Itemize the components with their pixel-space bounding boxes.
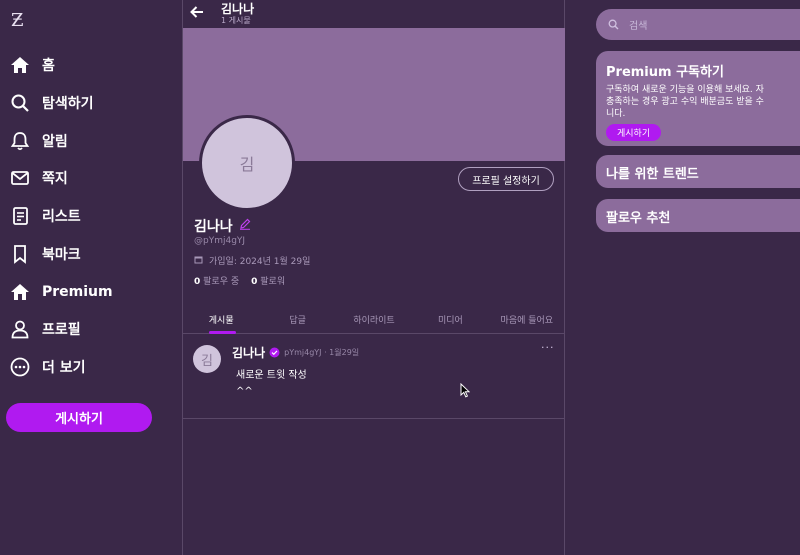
profile-header-bar: 김나나 1 게시물 bbox=[183, 0, 565, 28]
search-placeholder: 검색 bbox=[629, 21, 648, 32]
nav-home-label: 홈 bbox=[42, 58, 55, 74]
nav-messages-label: 쪽지 bbox=[42, 171, 68, 187]
nav-lists-label: 리스트 bbox=[42, 209, 81, 225]
mouse-cursor-icon bbox=[460, 382, 471, 402]
profile-joined: 가입일: 2024년 1월 29일 bbox=[194, 254, 310, 267]
premium-title: Premium 구독하기 bbox=[606, 65, 724, 80]
search-icon bbox=[608, 15, 619, 34]
joined-date: 가입일: 2024년 1월 29일 bbox=[209, 257, 311, 267]
profile-name: 김나나 bbox=[194, 219, 233, 235]
nav-bookmarks[interactable]: 북마크 bbox=[10, 239, 81, 269]
bell-icon bbox=[10, 131, 30, 151]
edit-profile-button[interactable]: 프로필 설정하기 bbox=[458, 167, 554, 191]
post-text-line-2: ^^ bbox=[236, 386, 253, 397]
back-arrow-icon[interactable] bbox=[189, 4, 207, 22]
profile-column: 김나나 1 게시물 김 프로필 설정하기 김나나 @pYmj4gYJ 가입일: … bbox=[183, 0, 565, 555]
nav-lists[interactable]: 리스트 bbox=[10, 201, 81, 231]
premium-card: Premium 구독하기 구독하여 새로운 기능을 이용해 보세요. 자 충족하… bbox=[596, 51, 800, 146]
more-icon bbox=[10, 357, 30, 377]
nav-more-label: 더 보기 bbox=[42, 360, 86, 376]
profile-tabs: 게시물 답글 하이라이트 미디어 마음에 들어요 bbox=[183, 306, 565, 334]
post-text-line-1: 새로운 트윗 작성 bbox=[236, 370, 307, 381]
followers-stat[interactable]: 0 팔로워 bbox=[251, 274, 285, 287]
right-sidebar: 검색 Premium 구독하기 구독하여 새로운 기능을 이용해 보세요. 자 … bbox=[566, 0, 800, 555]
post-item[interactable]: 김 김나나 pYmj4gYJ · 1월29일 ··· 새로운 트윗 작성 ^^ bbox=[183, 335, 565, 419]
calendar-icon bbox=[194, 255, 203, 267]
nav-home[interactable]: 홈 bbox=[10, 50, 55, 80]
post-more-icon[interactable]: ··· bbox=[541, 341, 555, 354]
nav-notifications-label: 알림 bbox=[42, 134, 68, 150]
verified-badge-icon bbox=[269, 343, 280, 362]
nav-explore-label: 탐색하기 bbox=[42, 96, 94, 112]
tab-highlights[interactable]: 하이라이트 bbox=[336, 306, 412, 333]
post-header: 김나나 pYmj4gYJ · 1월29일 bbox=[232, 343, 359, 362]
premium-subscribe-button[interactable]: 게시하기 bbox=[606, 124, 662, 141]
post-button[interactable]: 게시하기 bbox=[6, 403, 152, 432]
nav-explore[interactable]: 탐색하기 bbox=[10, 88, 94, 118]
profile-name-row: 김나나 bbox=[194, 216, 251, 236]
nav-notifications[interactable]: 알림 bbox=[10, 126, 68, 156]
nav-bookmarks-label: 북마크 bbox=[42, 247, 81, 263]
bookmark-icon bbox=[10, 244, 30, 264]
nav-profile-label: 프로필 bbox=[42, 322, 81, 338]
premium-description: 구독하여 새로운 기능을 이용해 보세요. 자 충족하는 경우 광고 수익 배분… bbox=[606, 85, 764, 119]
list-icon bbox=[10, 206, 30, 226]
avatar-initial: 김 bbox=[239, 155, 255, 174]
nav-profile[interactable]: 프로필 bbox=[10, 314, 81, 344]
profile-handle: @pYmj4gYJ bbox=[194, 236, 246, 246]
nav-premium[interactable]: Premium bbox=[10, 277, 113, 307]
search-icon bbox=[10, 93, 30, 113]
follow-title: 팔로우 추천 bbox=[606, 211, 671, 226]
user-icon bbox=[10, 319, 30, 339]
trends-card[interactable]: 나를 위한 트렌드 bbox=[596, 155, 800, 188]
profile-avatar[interactable]: 김 bbox=[199, 115, 295, 211]
left-sidebar: Ƶ 홈 탐색하기 알림 쪽지 리스트 북마크 Premium 프로필 더 보기 … bbox=[0, 0, 183, 555]
post-meta: pYmj4gYJ · 1월29일 bbox=[284, 348, 360, 357]
search-input[interactable]: 검색 bbox=[596, 9, 800, 40]
home-icon bbox=[10, 55, 30, 75]
following-stat[interactable]: 0 팔로우 중 bbox=[194, 274, 239, 287]
nav-premium-label: Premium bbox=[42, 284, 113, 300]
mail-icon bbox=[10, 168, 30, 188]
header-post-count: 1 게시물 bbox=[221, 16, 251, 25]
nav-more[interactable]: 더 보기 bbox=[10, 352, 86, 382]
tab-likes[interactable]: 마음에 들어요 bbox=[489, 306, 565, 333]
trends-title: 나를 위한 트렌드 bbox=[606, 167, 699, 182]
nav-messages[interactable]: 쪽지 bbox=[10, 163, 68, 193]
profile-stats: 0 팔로우 중 0 팔로워 bbox=[194, 274, 285, 287]
premium-icon bbox=[10, 282, 30, 302]
tab-posts[interactable]: 게시물 bbox=[183, 306, 259, 334]
tab-replies[interactable]: 답글 bbox=[259, 306, 335, 333]
tab-media[interactable]: 미디어 bbox=[412, 306, 488, 333]
post-author-name[interactable]: 김나나 bbox=[232, 344, 265, 361]
app-logo[interactable]: Ƶ bbox=[11, 10, 24, 31]
pencil-icon[interactable] bbox=[239, 218, 251, 234]
post-avatar[interactable]: 김 bbox=[193, 345, 221, 373]
who-to-follow-card[interactable]: 팔로우 추천 bbox=[596, 199, 800, 232]
